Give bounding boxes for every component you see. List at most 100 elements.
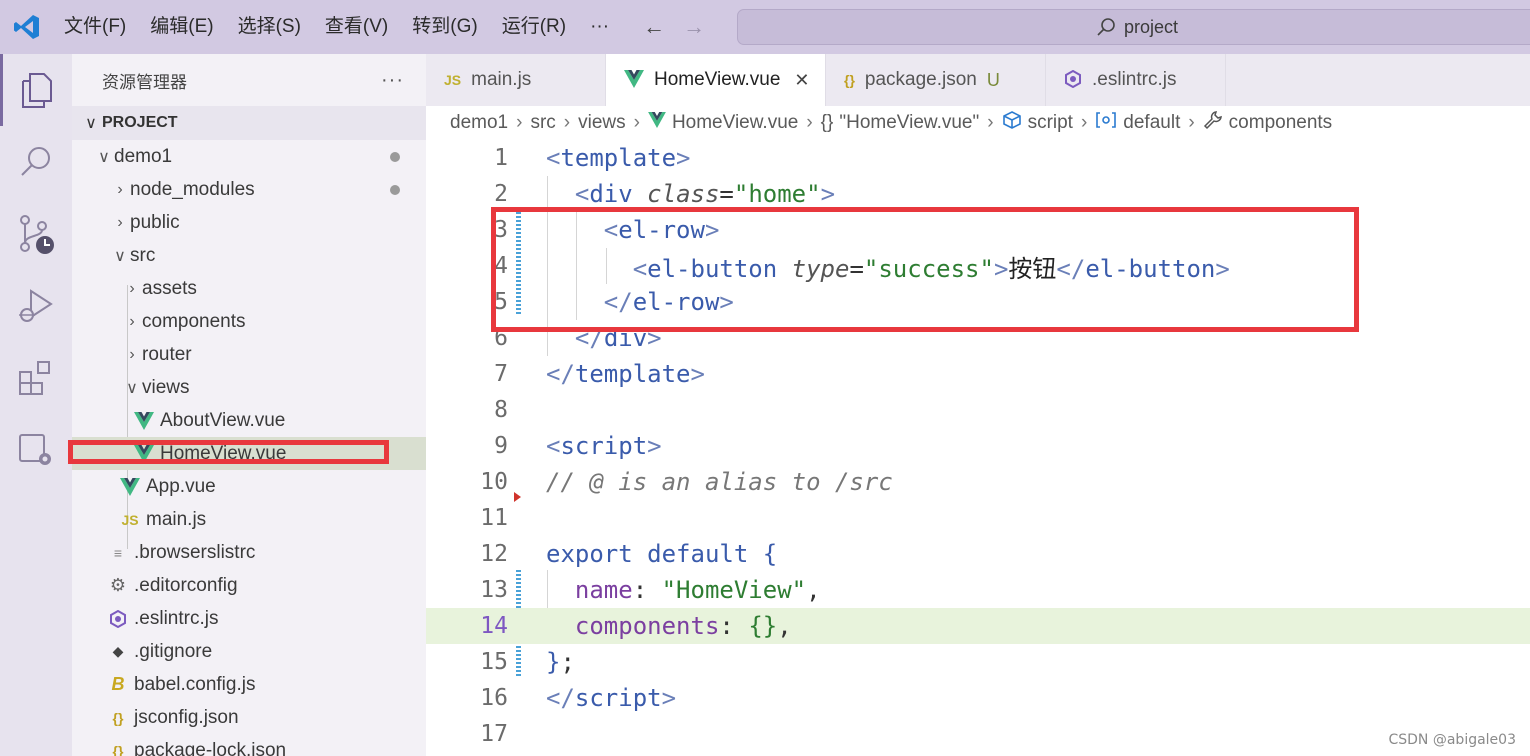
chevron-right-icon: › — [117, 180, 123, 198]
tree-file-package-lock[interactable]: {} package-lock.json — [72, 734, 426, 756]
chevron-right-icon: › — [1080, 112, 1088, 133]
tree-file-app-vue[interactable]: App.vue — [72, 470, 426, 503]
chevron-right-icon: › — [129, 312, 135, 330]
code-line: 16 </script> — [426, 680, 1530, 716]
menu-edit[interactable]: 编辑(E) — [138, 0, 225, 54]
tree-folder-router[interactable]: › router — [72, 338, 426, 371]
tree-file-gitignore[interactable]: ◆ .gitignore — [72, 635, 426, 668]
tab-main-js[interactable]: JS main.js — [426, 54, 606, 106]
line-number: 14 — [480, 613, 508, 639]
explorer-more-button[interactable]: ··· — [381, 69, 404, 92]
line-number: 12 — [480, 541, 508, 567]
line-number: 8 — [494, 397, 508, 423]
tree-folder-assets[interactable]: › assets — [72, 272, 426, 305]
remote-explorer-activity[interactable] — [0, 414, 72, 486]
breadcrumb-views[interactable]: views — [578, 112, 626, 134]
line-number: 1 — [494, 145, 508, 171]
tree-file-babel-config[interactable]: B babel.config.js — [72, 668, 426, 701]
wrench-icon — [1203, 110, 1223, 136]
breadcrumb-file[interactable]: HomeView.vue — [672, 112, 798, 134]
tab-label: main.js — [471, 69, 532, 90]
breadcrumb-script[interactable]: script — [1028, 112, 1073, 134]
project-section-header[interactable]: ∨ PROJECT — [72, 106, 426, 140]
tree-file-jsconfig[interactable]: {} jsconfig.json — [72, 701, 426, 734]
menu-run[interactable]: 运行(R) — [490, 0, 578, 54]
remote-settings-icon — [19, 434, 51, 465]
code-line: 12 export default { — [426, 536, 1530, 572]
tree-folder-src[interactable]: ∨ src — [72, 239, 426, 272]
tree-folder-demo1[interactable]: ∨ demo1 — [72, 140, 426, 173]
menu-view[interactable]: 查看(V) — [313, 0, 400, 54]
breadcrumb-default[interactable]: default — [1123, 112, 1180, 134]
field-icon — [1095, 111, 1117, 135]
modified-dot-icon — [390, 184, 400, 195]
run-debug-activity[interactable] — [0, 270, 72, 342]
code-line: 7 </template> — [426, 356, 1530, 392]
extensions-activity[interactable] — [0, 342, 72, 414]
modified-dot-icon — [390, 151, 400, 162]
chevron-right-icon: › — [987, 112, 994, 133]
tree-item-label: babel.config.js — [134, 673, 256, 695]
code-line: 10 // @ is an alias to /src — [426, 464, 1530, 500]
tree-file-aboutview[interactable]: AboutView.vue — [72, 404, 426, 437]
vscode-logo-icon — [0, 0, 54, 54]
project-section-label: PROJECT — [102, 114, 178, 131]
breadcrumb: demo1 › src › views › HomeView.vue › {} … — [426, 106, 1530, 140]
source-control-activity[interactable] — [0, 198, 72, 270]
cube-icon — [1002, 111, 1022, 135]
line-number: 13 — [480, 577, 508, 603]
menu-file[interactable]: 文件(F) — [54, 0, 138, 54]
search-icon — [1097, 18, 1115, 36]
tree-file-main-js[interactable]: JS main.js — [72, 503, 426, 536]
vue-file-icon — [132, 411, 156, 430]
command-center-search[interactable]: project — [737, 9, 1530, 45]
tree-file-browserslistrc[interactable]: ≡ .browserslistrc — [72, 536, 426, 569]
line-number: 11 — [480, 505, 508, 531]
search-activity[interactable] — [0, 126, 72, 198]
chevron-right-icon: › — [1188, 112, 1195, 133]
tree-item-label: package-lock.json — [134, 739, 287, 756]
tree-item-label: public — [130, 211, 180, 233]
tree-file-editorconfig[interactable]: ⚙ .editorconfig — [72, 569, 426, 602]
vue-file-icon — [648, 112, 666, 134]
explorer-activity[interactable] — [0, 54, 72, 126]
breadcrumb-components[interactable]: components — [1229, 112, 1333, 134]
tree-folder-components[interactable]: › components — [72, 305, 426, 338]
forward-arrow-icon[interactable]: → — [683, 14, 705, 40]
explorer-sidebar: 资源管理器 ··· ∨ PROJECT ∨ demo1 › node_modul… — [72, 54, 426, 756]
breadcrumb-module[interactable]: "HomeView.vue" — [839, 112, 979, 134]
tab-eslintrc[interactable]: .eslintrc.js — [1046, 54, 1226, 106]
line-number: 7 — [494, 361, 508, 387]
tree-item-label: jsconfig.json — [134, 706, 239, 728]
menu-more-button[interactable]: ··· — [578, 0, 621, 54]
breadcrumb-src[interactable]: src — [530, 112, 555, 134]
menu-bar: 文件(F) 编辑(E) 选择(S) 查看(V) 转到(G) 运行(R) ··· — [54, 0, 621, 54]
tree-item-label: src — [130, 244, 156, 266]
tree-item-label: assets — [142, 277, 197, 299]
title-bar: 文件(F) 编辑(E) 选择(S) 查看(V) 转到(G) 运行(R) ··· … — [0, 0, 1530, 54]
tree-folder-node-modules[interactable]: › node_modules — [72, 173, 426, 206]
chevron-right-icon: › — [117, 213, 123, 231]
back-arrow-icon[interactable]: ← — [643, 14, 665, 40]
tree-folder-public[interactable]: › public — [72, 206, 426, 239]
json-braces-icon: {} — [112, 742, 124, 756]
command-center-label: project — [1123, 16, 1179, 37]
tree-folder-views[interactable]: ∨ views — [72, 371, 426, 404]
text-lines-icon: ≡ — [113, 544, 123, 561]
tab-label: HomeView.vue — [654, 69, 781, 90]
tab-package-json[interactable]: {} package.json U — [826, 54, 1046, 106]
breadcrumb-demo1[interactable]: demo1 — [450, 112, 508, 134]
annotation-box-code — [491, 207, 1359, 332]
editor-tabs: JS main.js HomeView.vue ✕ {} package.jso… — [426, 54, 1530, 106]
tree-file-eslintrc[interactable]: .eslintrc.js — [72, 602, 426, 635]
babel-icon: B — [111, 674, 125, 694]
tab-homeview-vue[interactable]: HomeView.vue ✕ — [606, 54, 826, 106]
chevron-down-icon: ∨ — [85, 115, 97, 132]
menu-go[interactable]: 转到(G) — [400, 0, 489, 54]
git-diamond-icon: ◆ — [112, 643, 124, 659]
run-debug-icon — [19, 289, 53, 322]
chevron-right-icon: › — [516, 112, 523, 133]
extensions-icon — [19, 361, 50, 395]
menu-selection[interactable]: 选择(S) — [226, 0, 313, 54]
close-icon[interactable]: ✕ — [794, 70, 809, 91]
